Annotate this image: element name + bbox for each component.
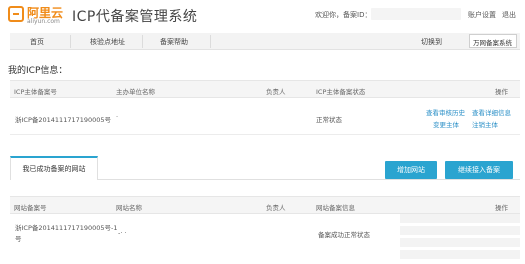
sites-table-header: 网站备案号 网站名称 负责人 网站备案信息 操作 — [10, 196, 520, 214]
nav-item-checkpoint-address[interactable]: 核验点地址 — [90, 37, 125, 47]
aliyun-logo[interactable]: 阿里云 aliyun.com — [8, 4, 68, 26]
switch-system-select[interactable]: 万网备案系统 — [469, 34, 517, 48]
column-header: 网站备案信息 — [316, 204, 355, 212]
column-header: ICP主体备案状态 — [316, 88, 366, 96]
main-navbar: 首页 核验点地址 备案帮助 切换到 万网备案系统 — [10, 33, 520, 50]
icp-table-header: ICP主体备案号 主办单位名称 负责人 ICP主体备案状态 操作 — [10, 80, 520, 98]
account-settings-link[interactable]: 账户设置 — [468, 10, 496, 20]
welcome-text: 欢迎你，备案ID： — [315, 11, 372, 19]
switch-system-label: 切换到 — [421, 38, 442, 46]
site-record-status: 备案成功正常状态 — [318, 231, 370, 239]
nav-divider — [142, 35, 143, 48]
row-divider — [10, 134, 520, 135]
column-header: ICP主体备案号 — [14, 88, 57, 96]
column-header: 网站名称 — [116, 204, 142, 212]
system-title: ICP代备案管理系统 — [72, 9, 198, 25]
nav-divider — [70, 35, 71, 48]
aliyun-logo-icon — [8, 6, 24, 22]
org-name: · — [116, 113, 119, 121]
tab-registered-sites[interactable]: 我已成功备案的网站 — [10, 156, 98, 180]
icp-status: 正常状态 — [316, 116, 342, 124]
continue-access-button[interactable]: 继续接入备案 — [445, 161, 513, 179]
nav-divider — [210, 35, 211, 48]
logout-link[interactable]: 退出 — [502, 10, 516, 20]
view-details-link[interactable]: 查看详细信息 — [472, 107, 511, 117]
site-name: -· · — [118, 229, 127, 237]
column-header: 操作 — [495, 204, 508, 212]
icp-record-number: 浙ICP备2014111717190005号 — [15, 116, 112, 124]
blurred-region — [400, 226, 520, 235]
tab-underline — [98, 179, 520, 180]
site-record-number: 浙ICP备2014111717190005号-1 — [15, 224, 118, 232]
column-header: 操作 — [495, 88, 508, 96]
blurred-region — [400, 250, 520, 259]
column-header: 网站备案号 — [14, 204, 47, 212]
column-header: 负责人 — [266, 204, 286, 212]
column-header: 负责人 — [266, 88, 286, 96]
add-site-button[interactable]: 增加网站 — [385, 161, 437, 179]
cancel-entity-link[interactable]: 注销主体 — [472, 119, 498, 129]
column-header: 主办单位名称 — [116, 88, 155, 96]
change-entity-link[interactable]: 变更主体 — [433, 119, 459, 129]
blurred-region — [400, 214, 520, 223]
logo-subtext: aliyun.com — [27, 18, 60, 25]
redacted-id-field — [371, 8, 461, 20]
view-audit-history-link[interactable]: 查看审核历史 — [426, 107, 465, 117]
nav-item-home[interactable]: 首页 — [30, 37, 44, 47]
nav-item-help[interactable]: 备案帮助 — [160, 37, 188, 47]
top-header: 阿里云 aliyun.com ICP代备案管理系统 欢迎你，备案ID： 账户设置… — [0, 0, 525, 30]
site-record-number-wrap: 号 — [15, 235, 22, 243]
blurred-region — [400, 238, 520, 247]
icp-info-title: 我的ICP信息： — [8, 66, 68, 76]
